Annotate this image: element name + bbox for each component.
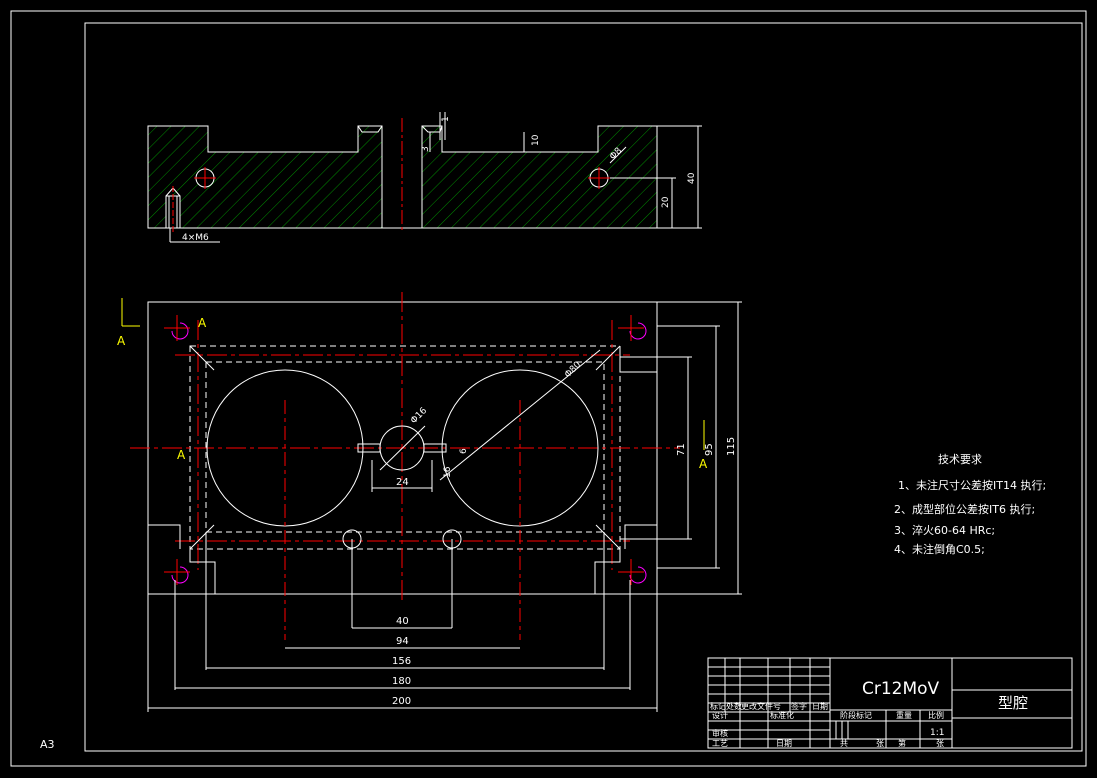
dim-20: 20 bbox=[661, 196, 671, 208]
tech-req-item-2: 2、成型部位公差按IT6 执行; bbox=[894, 502, 1035, 516]
section-view bbox=[147, 112, 702, 243]
scale: 1:1 bbox=[930, 728, 944, 738]
material: Cr12MoV bbox=[862, 679, 940, 699]
tech-req-item-1: 1、未注尺寸公差按IT14 执行; bbox=[898, 478, 1046, 492]
thread-callout: 4×M6 bbox=[182, 233, 209, 243]
dim-3: 3 bbox=[421, 146, 431, 152]
tb-design: 设计 bbox=[712, 710, 728, 720]
part-name: 型腔 bbox=[998, 694, 1028, 712]
dim-phi16: Φ16 bbox=[409, 406, 429, 426]
inner-border bbox=[84, 22, 1083, 752]
section-mark-left-3: A bbox=[177, 448, 186, 462]
dim-200: 200 bbox=[392, 696, 411, 707]
tb-date-2: 日期 bbox=[776, 739, 792, 748]
dim-phi80: Φ80 bbox=[563, 360, 583, 380]
outer-border bbox=[10, 10, 1087, 767]
tb-sheet-2: 张 bbox=[936, 739, 944, 748]
section-mark-left: A bbox=[117, 334, 126, 348]
plan-view bbox=[121, 292, 742, 712]
tech-req-item-3: 3、淬火60-64 HRc; bbox=[894, 523, 995, 537]
dim-1: 1 bbox=[441, 116, 451, 122]
tb-process: 工艺 bbox=[712, 739, 728, 748]
tb-date: 日期 bbox=[812, 702, 828, 711]
sheet-size: A3 bbox=[40, 738, 55, 751]
dim-16: 16 bbox=[443, 466, 453, 478]
section-hatch-left bbox=[147, 125, 383, 229]
tb-count: 处数 bbox=[726, 701, 742, 711]
section-mark-right: A bbox=[699, 457, 708, 471]
dim-95: 95 bbox=[704, 443, 715, 456]
tb-sign: 签字 bbox=[791, 701, 807, 711]
drawing-canvas: 1 10 3 Φ8 40 20 4×M6 A A A A 40 94 156 1… bbox=[10, 10, 1087, 767]
dim-115: 115 bbox=[726, 437, 737, 456]
tb-ratio: 比例 bbox=[928, 710, 944, 720]
dim-40: 40 bbox=[687, 172, 697, 184]
tb-sheet: 张 bbox=[876, 739, 884, 748]
tb-mark: 标记 bbox=[710, 701, 726, 711]
tb-page: 第 bbox=[898, 738, 906, 748]
tb-weight: 重量 bbox=[896, 710, 912, 720]
dim-24: 24 bbox=[396, 477, 409, 488]
tech-req-item-4: 4、未注倒角C0.5; bbox=[894, 542, 985, 556]
tb-review: 审核 bbox=[712, 728, 728, 738]
section-mark-left-2: A bbox=[198, 316, 207, 330]
tb-standard: 标准化 bbox=[770, 710, 794, 720]
dim-180: 180 bbox=[392, 676, 411, 687]
tb-stage: 阶段标记 bbox=[840, 710, 872, 720]
dim-156: 156 bbox=[392, 656, 411, 667]
dim-71: 71 bbox=[676, 443, 687, 456]
dim-94: 94 bbox=[396, 636, 409, 647]
dim-40-plan: 40 bbox=[396, 616, 409, 627]
dim-10: 10 bbox=[531, 134, 541, 146]
dim-6: 6 bbox=[459, 448, 469, 454]
tb-total: 共 bbox=[840, 739, 848, 748]
tech-req-title: 技术要求 bbox=[938, 453, 982, 466]
tb-change: 更改文件号 bbox=[741, 701, 781, 711]
